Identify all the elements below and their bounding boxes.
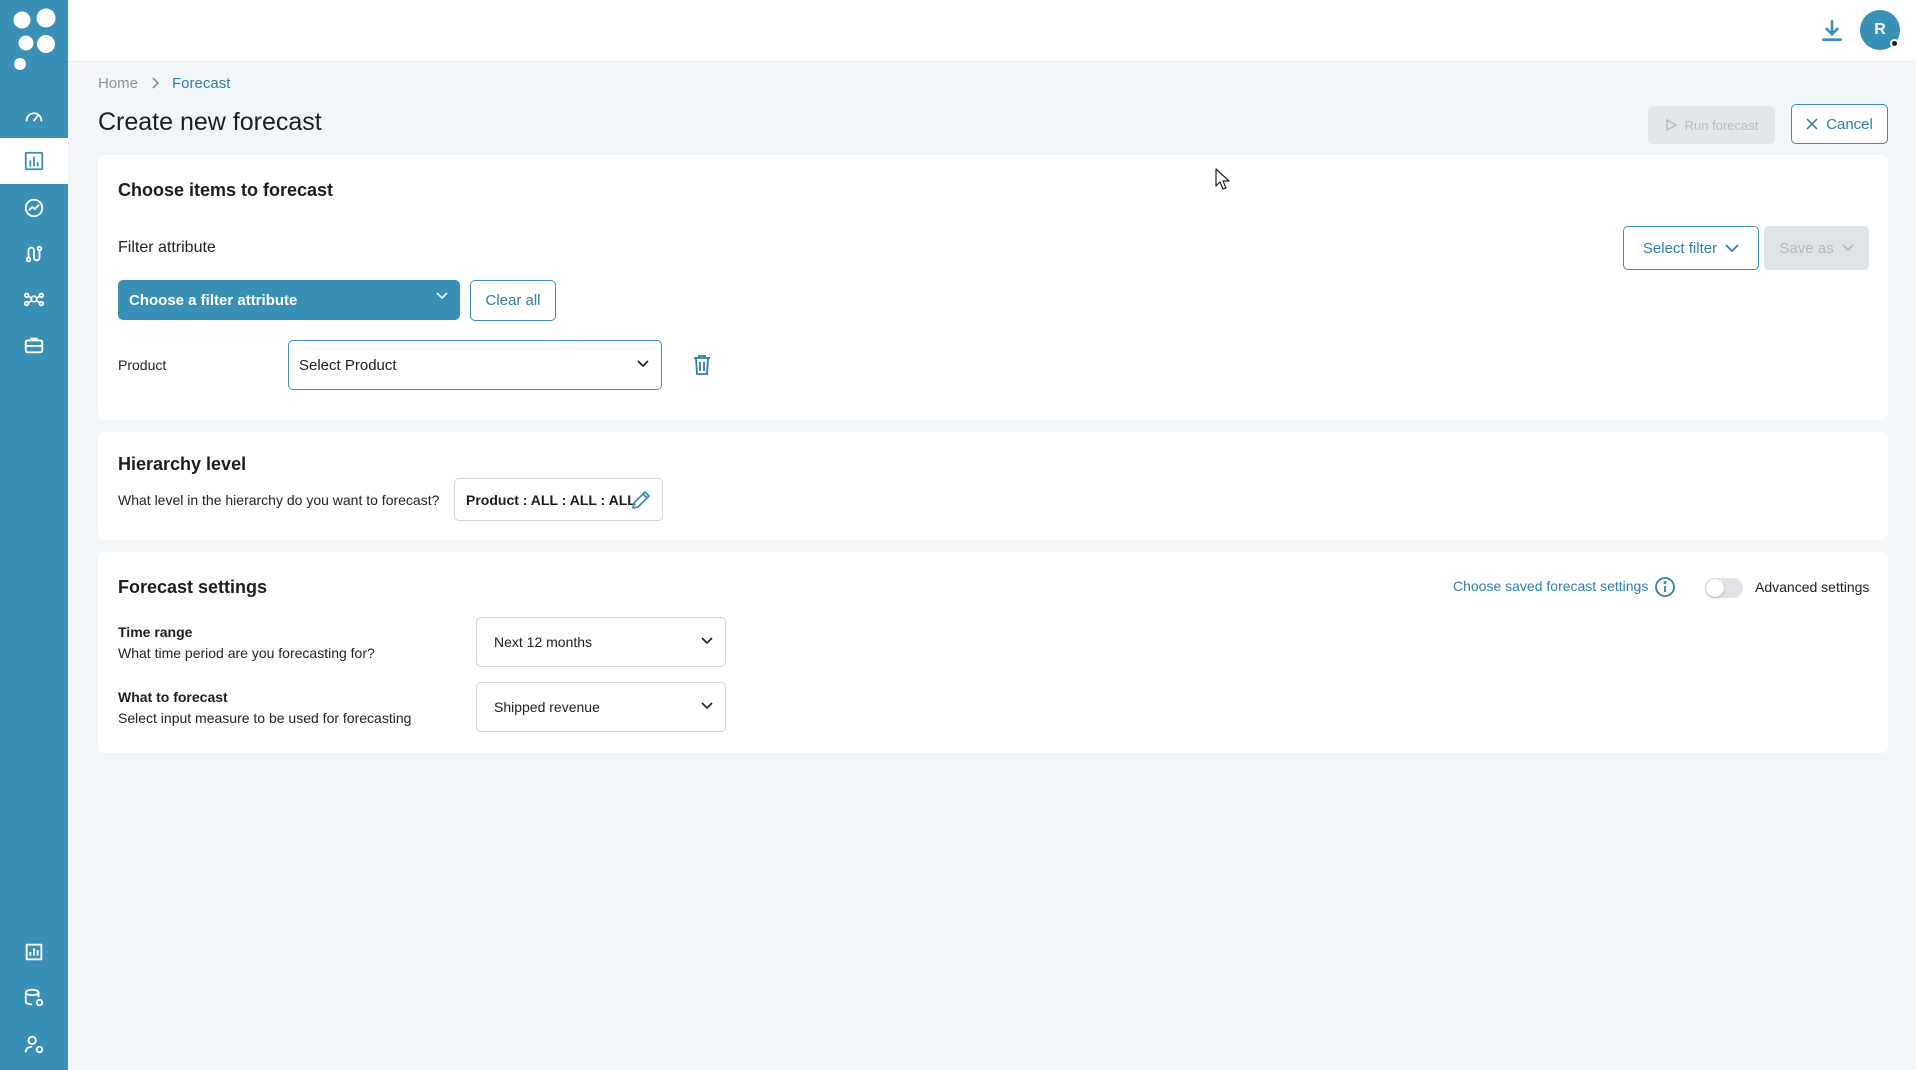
download-icon <box>1822 19 1842 41</box>
save-as-label: Save as <box>1779 239 1834 257</box>
advanced-settings-label: Advanced settings <box>1755 579 1870 595</box>
chevron-down-icon <box>701 637 713 645</box>
sidebar-item-reports[interactable] <box>14 934 54 970</box>
sidebar-item-network[interactable] <box>14 281 54 317</box>
hierarchy-question: What level in the hierarchy do you want … <box>118 492 440 508</box>
breadcrumb-current[interactable]: Forecast <box>172 75 230 92</box>
user-gear-icon <box>24 1035 44 1054</box>
database-gear-icon <box>24 988 44 1007</box>
time-range-desc: What time period are you forecasting for… <box>118 645 375 661</box>
hierarchy-section-title: Hierarchy level <box>118 454 247 474</box>
sidebar-item-routes[interactable] <box>14 236 54 272</box>
briefcase-icon <box>24 337 44 354</box>
chevron-down-icon <box>436 292 448 300</box>
product-select[interactable]: Select Product <box>288 340 662 390</box>
sidebar-item-trends[interactable] <box>14 190 54 226</box>
toggle-knob <box>1706 579 1724 597</box>
page-title: Create new forecast <box>98 108 322 136</box>
sidebar-item-portfolio[interactable] <box>14 327 54 363</box>
download-button[interactable] <box>1814 14 1850 48</box>
chevron-down-icon <box>701 702 713 710</box>
select-filter-button[interactable]: Select filter <box>1623 226 1759 270</box>
breadcrumb-home[interactable]: Home <box>98 75 138 92</box>
what-to-forecast-desc: Select input measure to be used for fore… <box>118 710 412 726</box>
cancel-label: Cancel <box>1826 115 1873 133</box>
network-icon <box>23 292 45 307</box>
play-icon <box>1665 119 1677 131</box>
filter-attribute-label: Filter attribute <box>118 239 216 256</box>
filter-attribute-dropdown-label: Choose a filter attribute <box>129 291 298 309</box>
hierarchy-card <box>98 432 1888 540</box>
sidebar-item-data-settings[interactable] <box>14 980 54 1016</box>
reports-icon <box>25 943 43 961</box>
save-as-button[interactable]: Save as <box>1764 226 1869 270</box>
breadcrumb: Home Forecast <box>98 72 230 94</box>
close-icon <box>1806 118 1818 130</box>
chevron-down-icon <box>1842 244 1854 252</box>
logo-icon[interactable] <box>8 6 60 70</box>
filter-row-label: Product <box>118 357 167 373</box>
time-range-select[interactable]: Next 12 months <box>476 617 726 667</box>
chevron-down-icon <box>637 360 649 368</box>
info-icon[interactable] <box>1654 576 1676 598</box>
mouse-cursor-icon <box>1215 168 1230 190</box>
cancel-button[interactable]: Cancel <box>1791 104 1888 144</box>
trend-circle-icon <box>24 198 44 218</box>
route-icon <box>25 245 43 263</box>
what-to-forecast-title: What to forecast <box>118 689 228 705</box>
pencil-icon <box>632 491 650 509</box>
what-to-forecast-value: Shipped revenue <box>494 699 600 715</box>
run-forecast-label: Run forecast <box>1684 117 1759 133</box>
hierarchy-level-value: Product : ALL : ALL : ALL <box>466 491 636 508</box>
time-range-title: Time range <box>118 624 193 640</box>
chevron-down-icon <box>1725 243 1739 252</box>
sidebar <box>0 0 68 1070</box>
items-section-title: Choose items to forecast <box>118 180 334 200</box>
product-select-value: Select Product <box>299 356 397 374</box>
delete-filter-button[interactable] <box>690 352 714 378</box>
sidebar-item-dashboard[interactable] <box>14 98 54 134</box>
saved-settings-link[interactable]: Choose saved forecast settings <box>1453 578 1648 594</box>
run-forecast-button[interactable]: Run forecast <box>1648 106 1775 144</box>
what-to-forecast-select[interactable]: Shipped revenue <box>476 682 726 732</box>
hierarchy-level-button[interactable]: Product : ALL : ALL : ALL <box>454 478 663 521</box>
filter-attribute-dropdown[interactable]: Choose a filter attribute <box>118 280 460 320</box>
sidebar-item-user-settings[interactable] <box>14 1026 54 1062</box>
bar-chart-icon <box>24 151 44 171</box>
time-range-value: Next 12 months <box>494 634 593 650</box>
status-dot <box>1890 39 1899 48</box>
sidebar-item-forecast[interactable] <box>0 138 68 184</box>
settings-section-title: Forecast settings <box>118 577 268 597</box>
select-filter-label: Select filter <box>1642 239 1718 257</box>
gauge-icon <box>25 112 43 122</box>
trash-icon <box>694 355 710 375</box>
clear-all-button[interactable]: Clear all <box>470 280 556 321</box>
chevron-right-icon <box>152 77 160 89</box>
topbar <box>68 0 1916 62</box>
